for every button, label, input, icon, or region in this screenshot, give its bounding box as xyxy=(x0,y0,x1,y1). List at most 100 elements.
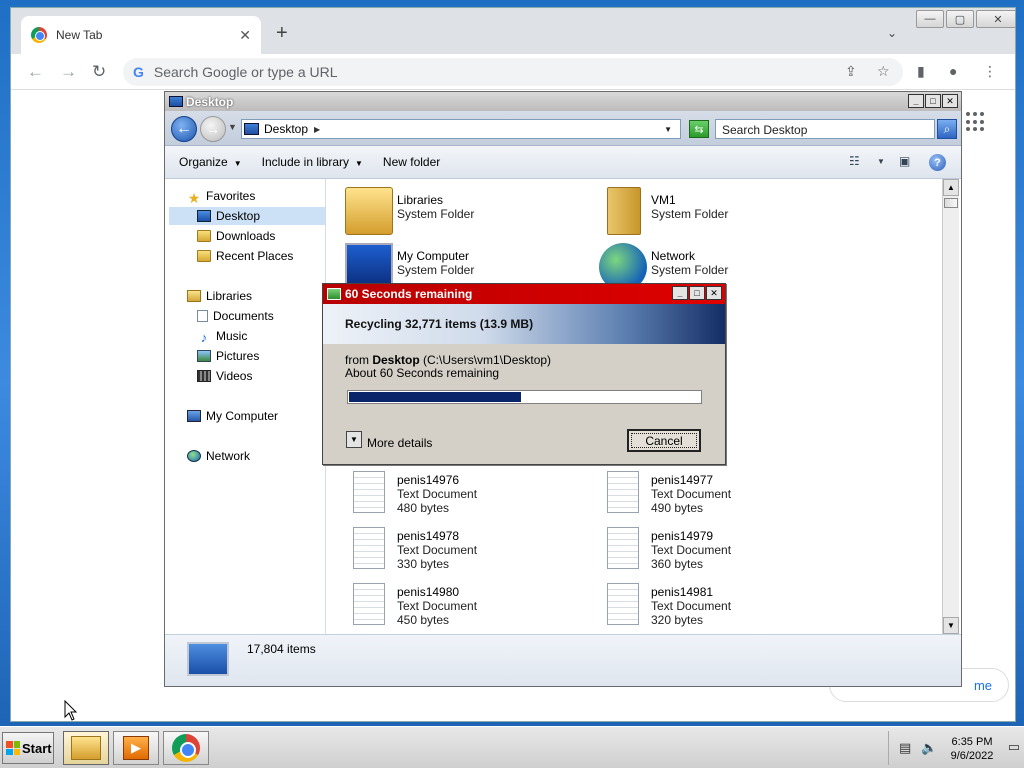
nav-libraries[interactable]: Libraries xyxy=(187,287,252,305)
dialog-body: from Desktop (C:\Users\vm1\Desktop) Abou… xyxy=(345,354,705,380)
nav-downloads[interactable]: Downloads xyxy=(197,227,275,245)
clock[interactable]: 6:35 PM 9/6/2022 xyxy=(947,735,997,763)
nav-my-computer[interactable]: My Computer xyxy=(187,407,278,425)
tab-search-icon[interactable]: ⌄ xyxy=(887,26,897,40)
forward-arrow-icon[interactable]: → xyxy=(60,62,77,82)
bookmark-star-icon[interactable]: ☆ xyxy=(877,63,890,80)
nav-network[interactable]: Network xyxy=(187,447,250,465)
breadcrumb-desktop[interactable]: Desktop xyxy=(264,122,308,136)
recent-places-icon xyxy=(197,250,211,262)
videos-film-icon xyxy=(197,370,211,382)
dialog-titlebar[interactable]: 60 Seconds remaining _ □ ✕ xyxy=(323,284,725,304)
preview-pane-icon[interactable]: ▣ xyxy=(899,154,910,168)
chrome-menu-icon[interactable]: ⋮ xyxy=(983,63,997,80)
show-desktop-icon[interactable]: ▭ xyxy=(1008,739,1020,755)
user-folder-icon xyxy=(607,187,641,235)
desktop-icon xyxy=(244,123,259,135)
clock-time: 6:35 PM xyxy=(951,736,993,748)
explorer-minimize-button[interactable]: _ xyxy=(908,94,924,108)
list-item[interactable]: penis14981 Text Document 320 bytes xyxy=(599,579,849,629)
list-item[interactable]: Libraries System Folder xyxy=(345,187,595,237)
dialog-maximize-button[interactable]: □ xyxy=(689,286,705,300)
list-item[interactable]: penis14976 Text Document 480 bytes xyxy=(345,467,595,517)
item-count: 17,804 items xyxy=(247,642,316,656)
list-item[interactable]: penis14979 Text Document 360 bytes xyxy=(599,523,849,573)
explorer-window-controls: _ □ ✕ xyxy=(908,94,958,108)
computer-icon xyxy=(187,410,201,422)
dialog-minimize-button[interactable]: _ xyxy=(672,286,688,300)
close-button[interactable]: ✕ xyxy=(976,10,1015,28)
taskbar-media-player[interactable]: ▶ xyxy=(113,731,159,765)
omnibox[interactable]: G Search Google or type a URL xyxy=(123,58,903,86)
back-arrow-icon[interactable]: ← xyxy=(27,62,44,82)
chrome-favicon-icon xyxy=(31,27,47,43)
progress-fill xyxy=(349,392,521,402)
forward-button[interactable]: → xyxy=(200,116,226,142)
media-player-icon: ▶ xyxy=(123,736,149,760)
libraries-icon xyxy=(187,290,201,302)
new-tab-button[interactable]: + xyxy=(276,22,288,45)
list-item[interactable]: VM1 System Folder xyxy=(599,187,849,237)
dialog-close-button[interactable]: ✕ xyxy=(706,286,722,300)
vertical-scrollbar[interactable]: ▲ ▼ xyxy=(942,179,959,634)
google-apps-icon[interactable] xyxy=(966,112,986,132)
scroll-down-arrow-icon[interactable]: ▼ xyxy=(943,617,959,634)
address-dropdown-icon[interactable]: ▼ xyxy=(664,125,672,134)
maximize-button[interactable]: ▢ xyxy=(946,10,974,28)
text-document-icon xyxy=(353,471,385,513)
volume-icon[interactable]: 🔈 xyxy=(921,740,937,756)
network-tray-icon[interactable]: ▤ xyxy=(899,740,911,756)
nav-documents[interactable]: Documents xyxy=(197,307,274,325)
change-view-icon[interactable]: ☷ xyxy=(849,154,860,168)
start-button[interactable]: Start xyxy=(2,732,54,764)
libraries-folder-icon xyxy=(345,187,393,235)
command-bar: Organize ▼ Include in library ▼ New folder… xyxy=(165,146,961,179)
taskbar-explorer[interactable] xyxy=(63,731,109,765)
history-dropdown-icon[interactable]: ▼ xyxy=(228,122,237,132)
view-dropdown-icon[interactable]: ▼ xyxy=(877,157,885,166)
music-note-icon: ♪ xyxy=(200,330,208,345)
back-button[interactable]: ← xyxy=(171,116,197,142)
dialog-title: 60 Seconds remaining xyxy=(345,287,473,301)
nav-favorites[interactable]: ★ Favorites xyxy=(187,187,256,206)
nav-pictures[interactable]: Pictures xyxy=(197,347,259,365)
nav-desktop[interactable]: Desktop xyxy=(169,207,325,225)
search-input[interactable]: Search Desktop xyxy=(715,119,935,139)
share-icon[interactable]: ⇪ xyxy=(845,63,857,80)
nav-videos[interactable]: Videos xyxy=(197,367,252,385)
desktop-icon xyxy=(187,642,229,676)
organize-button[interactable]: Organize ▼ xyxy=(179,155,242,169)
refresh-button[interactable]: ⇆ xyxy=(689,120,709,138)
minimize-button[interactable]: — xyxy=(916,10,944,28)
scroll-up-arrow-icon[interactable]: ▲ xyxy=(943,179,959,196)
search-icon[interactable]: ⌕ xyxy=(937,119,957,139)
side-panel-icon[interactable]: ▮ xyxy=(917,63,925,80)
tab-new-tab[interactable]: New Tab ✕ xyxy=(21,16,261,54)
nav-recent-places[interactable]: Recent Places xyxy=(197,247,293,265)
include-in-library-button[interactable]: Include in library ▼ xyxy=(262,155,363,169)
explorer-titlebar[interactable]: Desktop _ □ ✕ xyxy=(165,92,961,111)
text-document-icon xyxy=(607,583,639,625)
desktop-icon xyxy=(197,210,211,222)
more-details-label[interactable]: More details xyxy=(367,436,432,450)
new-folder-button[interactable]: New folder xyxy=(383,155,440,169)
nav-music[interactable]: ♪ Music xyxy=(197,327,248,345)
explorer-close-button[interactable]: ✕ xyxy=(942,94,958,108)
scroll-thumb[interactable] xyxy=(944,198,958,208)
breadcrumb-arrow-icon[interactable]: ▶ xyxy=(314,125,320,134)
desktop-icon xyxy=(169,96,183,107)
dialog-window-controls: _ □ ✕ xyxy=(672,286,722,300)
more-details-button[interactable]: ▼ xyxy=(346,431,362,448)
explorer-maximize-button[interactable]: □ xyxy=(925,94,941,108)
help-icon[interactable]: ? xyxy=(929,154,946,171)
cancel-button[interactable]: Cancel xyxy=(627,429,701,452)
list-item[interactable]: penis14977 Text Document 490 bytes xyxy=(599,467,849,517)
list-item[interactable]: penis14980 Text Document 450 bytes xyxy=(345,579,595,629)
profile-avatar-icon[interactable]: ● xyxy=(949,63,957,79)
reload-icon[interactable]: ↻ xyxy=(92,62,106,82)
taskbar-chrome[interactable] xyxy=(163,731,209,765)
google-g-icon: G xyxy=(133,64,144,80)
address-box[interactable]: Desktop ▶ ▼ xyxy=(241,119,681,139)
tab-close-icon[interactable]: ✕ xyxy=(239,27,251,44)
list-item[interactable]: penis14978 Text Document 330 bytes xyxy=(345,523,595,573)
